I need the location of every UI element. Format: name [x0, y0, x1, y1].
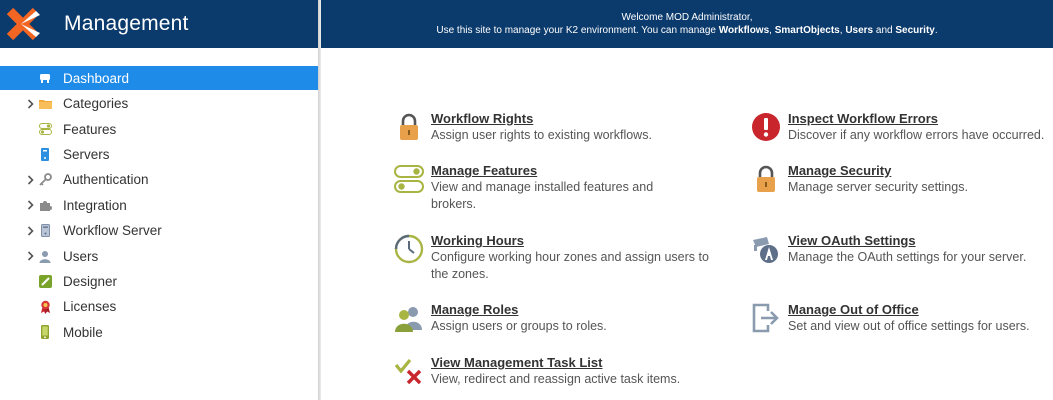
folder-icon: [38, 97, 52, 111]
management-task-list-link[interactable]: View Management Task List: [431, 355, 721, 370]
task-workflow-rights: Workflow Rights Assign user rights to ex…: [393, 111, 721, 144]
security-lock-icon: [750, 163, 782, 195]
task-manage-features: Manage Features View and manage installe…: [393, 163, 721, 213]
task-out-of-office: Manage Out of Office Set and view out of…: [750, 302, 1053, 335]
sidebar-item-dashboard[interactable]: Dashboard: [0, 66, 318, 90]
workflow-rights-link[interactable]: Workflow Rights: [431, 111, 721, 126]
out-of-office-description: Set and view out of office settings for …: [788, 319, 1030, 333]
sidebar-item-servers[interactable]: Servers: [0, 142, 318, 167]
working-hours-description: Configure working hour zones and assign …: [431, 250, 709, 281]
sidebar-item-users[interactable]: Users: [0, 243, 318, 268]
sidebar-item-licenses[interactable]: Licenses: [0, 294, 318, 319]
sidebar-item-label: Users: [63, 248, 99, 264]
oauth-icon: [750, 233, 782, 265]
server-icon: [38, 147, 52, 161]
chevron-right-icon[interactable]: [24, 193, 36, 218]
banner-description: Use this site to manage your K2 environm…: [321, 24, 1053, 37]
task-working-hours: Working Hours Configure working hour zon…: [393, 233, 721, 283]
task-oauth-settings: View OAuth Settings Manage the OAuth set…: [750, 233, 1053, 266]
sidebar-item-label: Licenses: [63, 299, 117, 315]
dashboard-icon: [38, 71, 52, 85]
check-cross-icon: [393, 355, 425, 387]
puzzle-icon: [38, 198, 52, 212]
sidebar-item-label: Designer: [63, 273, 118, 289]
manage-roles-link[interactable]: Manage Roles: [431, 302, 721, 317]
toggle-features-icon: [393, 163, 425, 195]
sidebar-item-integration[interactable]: Integration: [0, 193, 318, 218]
welcome-text: Welcome MOD Administrator,: [621, 12, 753, 23]
sidebar-item-label: Authentication: [63, 172, 149, 188]
sidebar-item-label: Servers: [63, 146, 110, 162]
roles-icon: [393, 302, 425, 334]
task-manage-security: Manage Security Manage server security s…: [750, 163, 1053, 196]
chevron-right-icon[interactable]: [24, 167, 36, 192]
dashboard-content: Workflow Rights Assign user rights to ex…: [321, 48, 1053, 400]
app-title: Management: [64, 12, 189, 35]
k2-management-app: Management Dashboard Categories Features…: [0, 0, 1053, 400]
manage-features-description: View and manage installed features and b…: [431, 180, 654, 211]
ribbon-icon: [38, 300, 52, 314]
toggle-icon: [38, 122, 52, 136]
clock-icon: [393, 233, 425, 265]
sidebar-item-features[interactable]: Features: [0, 116, 318, 141]
designer-icon: [38, 274, 52, 288]
k2-logo-icon[interactable]: [5, 6, 41, 42]
exit-door-icon: [750, 302, 782, 334]
mobile-icon: [38, 325, 52, 340]
sidebar-item-label: Mobile: [63, 324, 103, 340]
task-inspect-workflow-errors: Inspect Workflow Errors Discover if any …: [750, 111, 1053, 144]
banner-security: Security: [895, 25, 935, 36]
chevron-right-icon[interactable]: [24, 243, 36, 268]
sidebar-nav: Dashboard Categories Features Servers Au…: [0, 48, 318, 345]
sidebar-header: Management: [0, 0, 318, 48]
sidebar-item-categories[interactable]: Categories: [0, 91, 318, 116]
manage-security-description: Manage server security settings.: [788, 180, 968, 194]
error-icon: [750, 111, 782, 143]
chevron-right-icon[interactable]: [24, 91, 36, 116]
management-task-list-description: View, redirect and reassign active task …: [431, 372, 681, 386]
task-manage-roles: Manage Roles Assign users or groups to r…: [393, 302, 721, 335]
banner-smartobjects: SmartObjects: [774, 25, 840, 36]
sidebar-item-label: Workflow Server: [63, 223, 162, 239]
workflow-server-icon: [38, 224, 52, 238]
banner-users: Users: [845, 25, 874, 36]
manage-security-link[interactable]: Manage Security: [788, 163, 1053, 178]
workflow-rights-description: Assign user rights to existing workflows…: [431, 128, 652, 142]
sidebar-item-label: Integration: [63, 197, 127, 213]
inspect-workflow-errors-description: Discover if any workflow errors have occ…: [788, 128, 1045, 142]
key-icon: [38, 173, 52, 187]
sidebar-item-designer[interactable]: Designer: [0, 269, 318, 294]
sidebar-item-mobile[interactable]: Mobile: [0, 320, 318, 345]
out-of-office-link[interactable]: Manage Out of Office: [788, 302, 1053, 317]
sidebar-item-label: Features: [63, 121, 117, 137]
sidebar-item-label: Dashboard: [63, 70, 130, 86]
oauth-settings-link[interactable]: View OAuth Settings: [788, 233, 1053, 248]
banner-and: and: [873, 25, 896, 36]
chevron-right-icon[interactable]: [24, 218, 36, 243]
banner-end: .: [934, 25, 938, 36]
welcome-banner: Welcome MOD Administrator, Use this site…: [321, 0, 1053, 48]
sidebar-item-authentication[interactable]: Authentication: [0, 167, 318, 192]
task-management-task-list: View Management Task List View, redirect…: [393, 355, 721, 388]
banner-intro-text: Use this site to manage your K2 environm…: [436, 25, 719, 36]
manage-roles-description: Assign users or groups to roles.: [431, 319, 607, 333]
oauth-settings-description: Manage the OAuth settings for your serve…: [788, 250, 1027, 264]
inspect-workflow-errors-link[interactable]: Inspect Workflow Errors: [788, 111, 1053, 126]
user-icon: [38, 249, 52, 263]
sidebar: Management Dashboard Categories Features…: [0, 0, 318, 400]
sidebar-item-label: Categories: [63, 96, 129, 112]
working-hours-link[interactable]: Working Hours: [431, 233, 721, 248]
manage-features-link[interactable]: Manage Features: [431, 163, 721, 178]
banner-workflows: Workflows: [718, 25, 770, 36]
lock-icon: [393, 111, 425, 143]
sidebar-item-workflow-server[interactable]: Workflow Server: [0, 218, 318, 243]
